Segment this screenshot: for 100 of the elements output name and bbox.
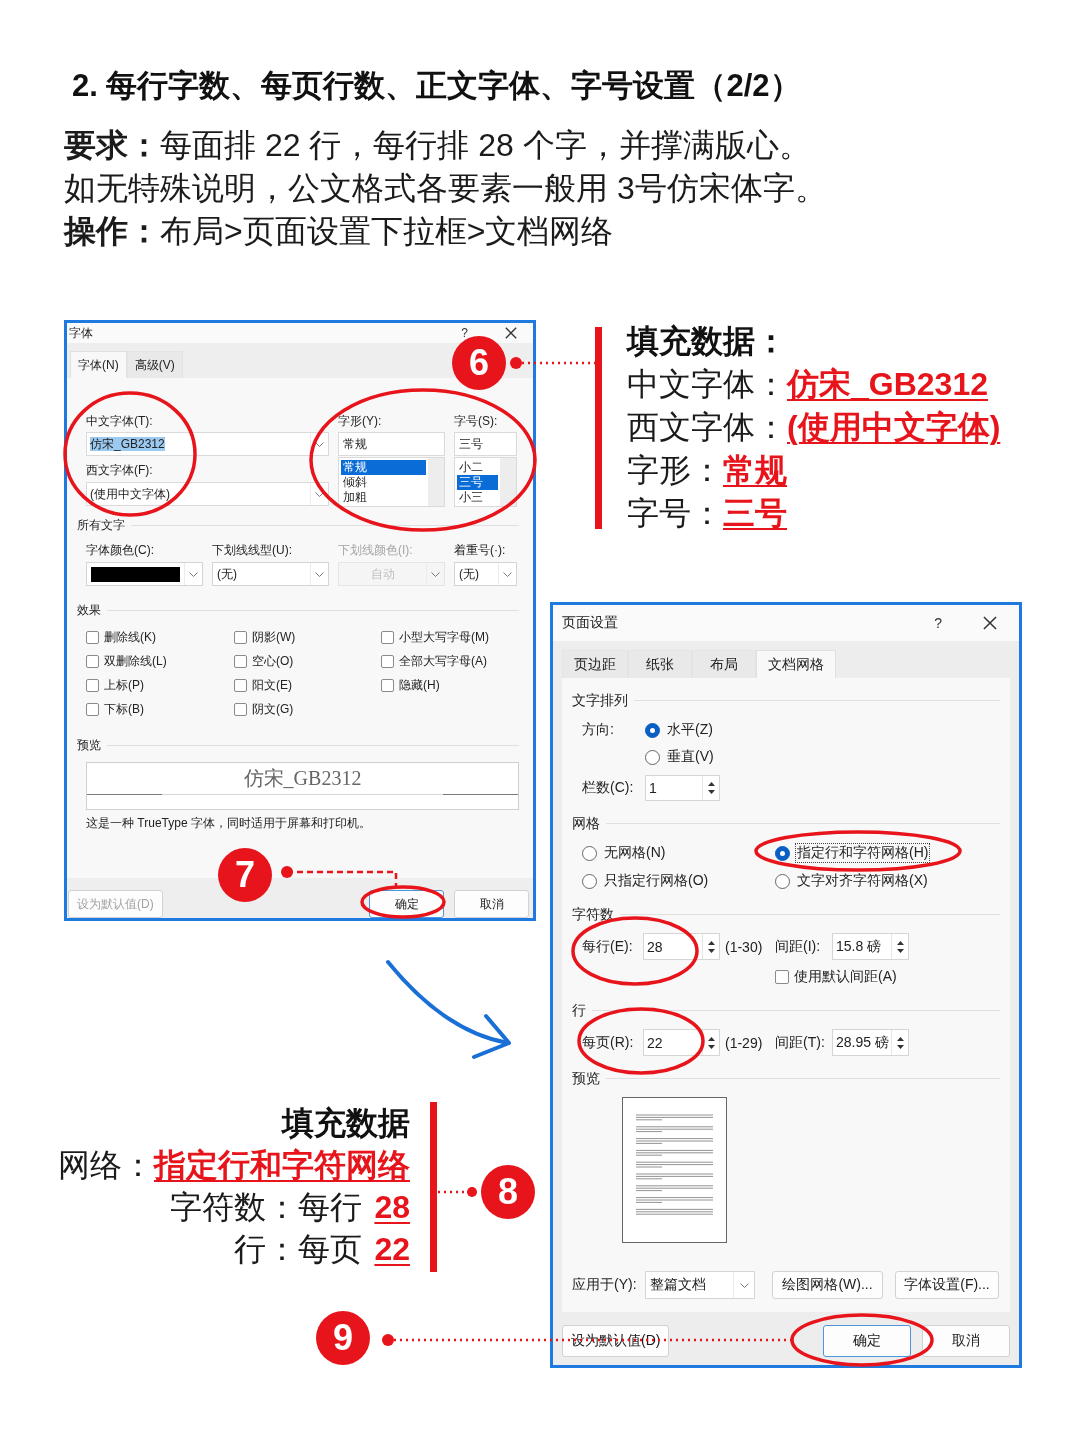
input-field[interactable]: 常规 bbox=[338, 432, 445, 456]
dialog-title: 页面设置 bbox=[562, 614, 618, 632]
spin-down-icon[interactable] bbox=[896, 1044, 904, 1049]
scrollbar[interactable] bbox=[500, 458, 516, 506]
chevron-down-icon[interactable] bbox=[315, 571, 324, 577]
radio-label[interactable]: 水平(Z) bbox=[665, 720, 715, 740]
spinner-field[interactable]: 28 bbox=[643, 933, 720, 960]
chevron-down-icon[interactable] bbox=[189, 571, 198, 577]
dialog-button[interactable]: 确定 bbox=[823, 1325, 911, 1357]
field-label: 字形(Y): bbox=[338, 414, 383, 428]
checkbox[interactable] bbox=[381, 630, 394, 644]
checkbox[interactable] bbox=[234, 678, 247, 692]
tab[interactable]: 文档网格 bbox=[756, 650, 836, 678]
checkbox[interactable] bbox=[381, 678, 394, 692]
tab[interactable]: 纸张 bbox=[628, 650, 692, 678]
spin-up-icon[interactable] bbox=[707, 1036, 715, 1041]
section-title: 文字排列 bbox=[572, 692, 628, 708]
answer-heading: 填充数据 bbox=[282, 1104, 410, 1143]
combo-field[interactable]: (使用中文字体) bbox=[86, 482, 329, 506]
checkbox[interactable] bbox=[234, 630, 247, 644]
dropdown-field[interactable]: (无) bbox=[212, 562, 329, 586]
action-button[interactable]: 绘图网格(W)... bbox=[772, 1271, 883, 1299]
spinner-field[interactable]: 15.8 磅 bbox=[832, 933, 909, 960]
field-label: 字号(S): bbox=[454, 414, 499, 428]
checkbox[interactable] bbox=[86, 630, 99, 644]
spinner-field[interactable]: 22 bbox=[643, 1029, 720, 1056]
spinner-field[interactable]: 1 bbox=[645, 775, 720, 801]
list-item[interactable]: 小三 bbox=[457, 490, 498, 505]
checkbox-label[interactable]: 删除线(K) bbox=[104, 628, 156, 646]
radio-button[interactable] bbox=[645, 722, 660, 738]
checkbox-label[interactable]: 阳文(E) bbox=[252, 676, 292, 694]
radio-button[interactable] bbox=[775, 845, 790, 861]
checkbox[interactable] bbox=[86, 678, 99, 692]
radio-button[interactable] bbox=[645, 749, 660, 765]
checkbox-label[interactable]: 上标(P) bbox=[104, 676, 144, 694]
checkbox[interactable] bbox=[234, 702, 247, 716]
radio-label[interactable]: 文字对齐字符网格(X) bbox=[795, 871, 930, 891]
tab[interactable]: 高级(V) bbox=[126, 351, 183, 378]
answer-value: 22 bbox=[374, 1230, 410, 1269]
spin-up-icon[interactable] bbox=[707, 782, 715, 786]
chevron-down-icon[interactable] bbox=[503, 571, 512, 577]
spin-down-icon[interactable] bbox=[707, 790, 715, 794]
field-label: 应用于(Y): bbox=[572, 1276, 638, 1294]
list-item[interactable]: 三号 bbox=[457, 475, 498, 490]
checkbox-label[interactable]: 阴文(G) bbox=[252, 700, 294, 718]
list-item[interactable]: 小二 bbox=[457, 460, 498, 475]
checkbox-label[interactable]: 下标(B) bbox=[104, 700, 144, 718]
radio-label[interactable]: 只指定行网格(O) bbox=[602, 871, 711, 891]
spinner-field[interactable]: 28.95 磅 bbox=[832, 1029, 909, 1056]
list-item[interactable]: 倾斜 bbox=[341, 475, 426, 490]
checkbox[interactable] bbox=[234, 654, 247, 668]
radio-button[interactable] bbox=[582, 873, 597, 889]
radio-label[interactable]: 垂直(V) bbox=[665, 747, 716, 767]
checkbox-label[interactable]: 双删除线(L) bbox=[104, 652, 167, 670]
field-label: 栏数(C): bbox=[582, 779, 635, 797]
checkbox[interactable] bbox=[86, 702, 99, 716]
checkbox-label[interactable]: 全部大写字母(A) bbox=[399, 652, 487, 670]
answer-heading: 填充数据： bbox=[627, 322, 787, 361]
radio-button[interactable] bbox=[582, 845, 597, 861]
spin-down-icon[interactable] bbox=[896, 948, 904, 953]
list-item[interactable]: 常规 bbox=[341, 460, 426, 475]
tab[interactable]: 布局 bbox=[692, 650, 756, 678]
dialog-button[interactable]: 取消 bbox=[454, 890, 529, 918]
checkbox-label[interactable]: 小型大写字母(M) bbox=[399, 628, 489, 646]
listbox[interactable]: 小二 三号 小三 bbox=[454, 457, 517, 507]
spin-down-icon[interactable] bbox=[707, 948, 715, 953]
list-item[interactable]: 加粗 bbox=[341, 490, 426, 505]
checkbox-label[interactable]: 隐藏(H) bbox=[399, 676, 440, 694]
chevron-down-icon[interactable] bbox=[315, 491, 324, 497]
checkbox-label[interactable]: 使用默认间距(A) bbox=[794, 968, 897, 986]
spin-up-icon[interactable] bbox=[896, 940, 904, 945]
dropdown-field[interactable]: (无) bbox=[454, 562, 517, 586]
combo-field[interactable]: 仿宋_GB2312 bbox=[86, 432, 329, 456]
spin-up-icon[interactable] bbox=[707, 940, 715, 945]
dialog-button[interactable]: 取消 bbox=[922, 1325, 1010, 1357]
answer-label: 每页 bbox=[298, 1230, 363, 1269]
close-icon[interactable] bbox=[983, 616, 997, 630]
dropdown-field[interactable] bbox=[86, 562, 203, 586]
field-label: 下划线线型(U): bbox=[212, 543, 293, 557]
radio-label[interactable]: 指定行和字符网格(H) bbox=[795, 843, 931, 863]
spin-down-icon[interactable] bbox=[707, 1044, 715, 1049]
action-button[interactable]: 字体设置(F)... bbox=[895, 1271, 999, 1299]
spin-up-icon[interactable] bbox=[896, 1036, 904, 1041]
checkbox[interactable] bbox=[86, 654, 99, 668]
checkbox-label[interactable]: 空心(O) bbox=[252, 652, 294, 670]
dropdown-field[interactable]: 整篇文档 bbox=[645, 1271, 755, 1299]
scrollbar[interactable] bbox=[428, 458, 444, 506]
listbox[interactable]: 常规 倾斜 加粗 bbox=[338, 457, 445, 507]
checkbox[interactable] bbox=[381, 654, 394, 668]
checkbox-label[interactable]: 阴影(W) bbox=[252, 628, 296, 646]
radio-button[interactable] bbox=[775, 873, 790, 889]
radio-label[interactable]: 无网格(N) bbox=[602, 843, 668, 863]
chevron-down-icon[interactable] bbox=[315, 441, 324, 447]
tab[interactable]: 字体(N) bbox=[70, 351, 127, 378]
input-field[interactable]: 三号 bbox=[454, 432, 517, 456]
close-icon[interactable] bbox=[505, 327, 517, 339]
checkbox[interactable] bbox=[775, 970, 789, 984]
chevron-down-icon[interactable] bbox=[739, 1282, 749, 1288]
tab[interactable]: 页边距 bbox=[562, 650, 628, 678]
help-button[interactable]: ? bbox=[934, 614, 942, 632]
